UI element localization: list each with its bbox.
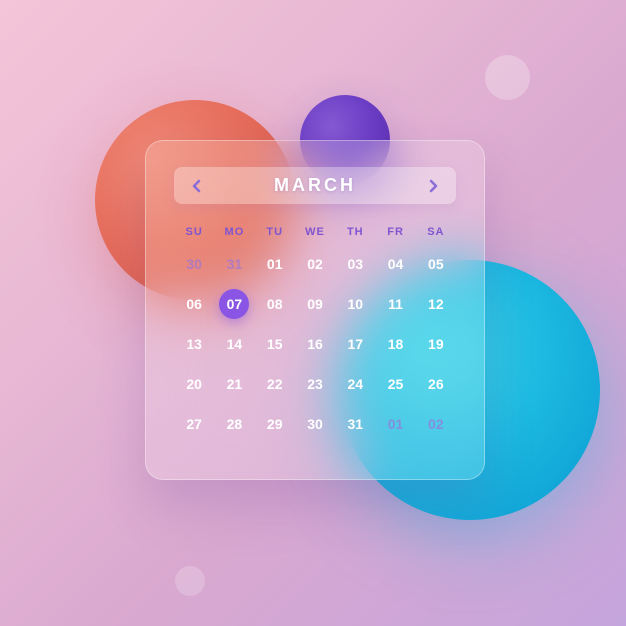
weekday-label: MO bbox=[214, 226, 254, 238]
chevron-left-icon bbox=[192, 179, 202, 193]
weekday-label: WE bbox=[295, 226, 335, 238]
weekday-label: SA bbox=[416, 226, 456, 238]
calendar-day[interactable]: 28 bbox=[214, 408, 254, 440]
weekday-label: TU bbox=[255, 226, 295, 238]
calendar-day[interactable]: 17 bbox=[335, 328, 375, 360]
calendar-day[interactable]: 12 bbox=[416, 288, 456, 320]
calendar-day[interactable]: 13 bbox=[174, 328, 214, 360]
calendar-day[interactable]: 24 bbox=[335, 368, 375, 400]
calendar-day[interactable]: 01 bbox=[375, 408, 415, 440]
calendar-day[interactable]: 20 bbox=[174, 368, 214, 400]
calendar-day[interactable]: 10 bbox=[335, 288, 375, 320]
calendar-day[interactable]: 27 bbox=[174, 408, 214, 440]
decorative-circle-small bbox=[175, 566, 205, 596]
calendar-day[interactable]: 07 bbox=[214, 288, 254, 320]
calendar-day[interactable]: 15 bbox=[255, 328, 295, 360]
calendar-day[interactable]: 02 bbox=[416, 408, 456, 440]
previous-month-button[interactable] bbox=[188, 177, 206, 195]
month-navigation: MARCH bbox=[174, 167, 456, 204]
calendar-day[interactable]: 16 bbox=[295, 328, 335, 360]
calendar-day[interactable]: 18 bbox=[375, 328, 415, 360]
calendar-day[interactable]: 30 bbox=[174, 248, 214, 280]
calendar-day[interactable]: 21 bbox=[214, 368, 254, 400]
calendar-day[interactable]: 11 bbox=[375, 288, 415, 320]
calendar-day[interactable]: 14 bbox=[214, 328, 254, 360]
calendar-day[interactable]: 30 bbox=[295, 408, 335, 440]
weekdays-row: SU MO TU WE TH FR SA bbox=[174, 226, 456, 238]
calendar-day[interactable]: 31 bbox=[214, 248, 254, 280]
decorative-circle-small bbox=[485, 55, 530, 100]
next-month-button[interactable] bbox=[424, 177, 442, 195]
calendar-day[interactable]: 03 bbox=[335, 248, 375, 280]
weekday-label: TH bbox=[335, 226, 375, 238]
calendar-day[interactable]: 06 bbox=[174, 288, 214, 320]
calendar-days-grid: 3031010203040506070809101112131415161718… bbox=[174, 248, 456, 440]
weekday-label: FR bbox=[375, 226, 415, 238]
calendar-day[interactable]: 09 bbox=[295, 288, 335, 320]
calendar-day[interactable]: 08 bbox=[255, 288, 295, 320]
calendar-day[interactable]: 05 bbox=[416, 248, 456, 280]
calendar-day[interactable]: 23 bbox=[295, 368, 335, 400]
calendar-day[interactable]: 01 bbox=[255, 248, 295, 280]
calendar-card: MARCH SU MO TU WE TH FR SA 3031010203040… bbox=[145, 140, 485, 480]
calendar-day[interactable]: 19 bbox=[416, 328, 456, 360]
calendar-day[interactable]: 22 bbox=[255, 368, 295, 400]
month-title: MARCH bbox=[274, 175, 356, 196]
calendar-day[interactable]: 29 bbox=[255, 408, 295, 440]
chevron-right-icon bbox=[428, 179, 438, 193]
weekday-label: SU bbox=[174, 226, 214, 238]
calendar-day[interactable]: 02 bbox=[295, 248, 335, 280]
calendar-day[interactable]: 26 bbox=[416, 368, 456, 400]
calendar-day[interactable]: 31 bbox=[335, 408, 375, 440]
calendar-day[interactable]: 25 bbox=[375, 368, 415, 400]
calendar-day[interactable]: 04 bbox=[375, 248, 415, 280]
